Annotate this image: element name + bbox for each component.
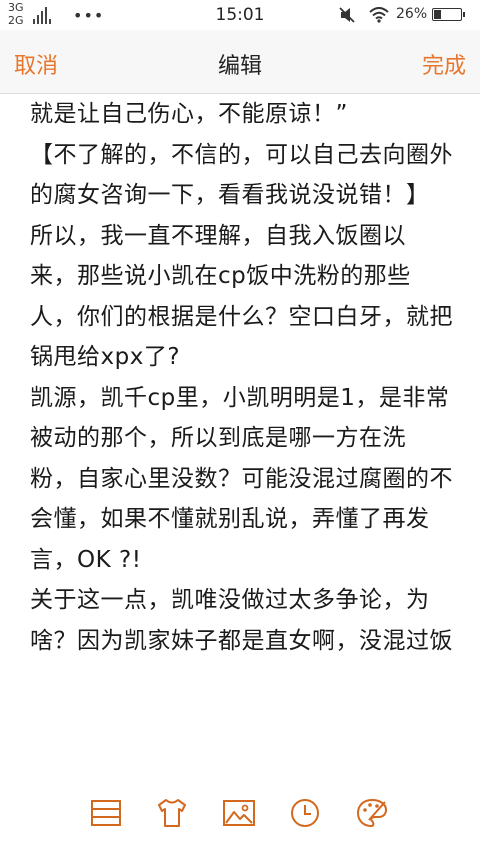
wifi-icon: [369, 7, 389, 23]
clock-icon: [291, 799, 319, 827]
palette-button[interactable]: [355, 796, 389, 830]
list-format-button[interactable]: [89, 796, 123, 830]
text-line: 啥？因为凯家妹子都是直女啊，没混过饭: [30, 627, 453, 654]
text-line: 所以，我一直不理解，自我入饭圈以: [30, 222, 406, 249]
list-format-icon: [91, 800, 121, 826]
text-line: 被动的那个，所以到底是哪一方在洗: [30, 425, 406, 451]
text-line: 就是让自己伤心，不能原谅！”: [30, 101, 348, 127]
theme-button[interactable]: [155, 796, 189, 830]
battery-icon: [432, 8, 462, 21]
text-line: 【不了解的，不信的，可以自己去向圈外: [30, 141, 453, 168]
bottom-toolbar: [0, 774, 480, 854]
text-line: 关于这一点，凯唯没做过太多争论，为: [30, 587, 430, 613]
status-bar: 3G 2G ••• 15:01 26%: [0, 0, 480, 30]
text-line: 锅甩给xpx了?: [30, 344, 181, 370]
text-line: 凯源，凯千cp里，小凯明明是1，是非常: [30, 384, 450, 411]
palette-icon: [356, 798, 388, 828]
text-line: 人，你们的根据是什么？空口白牙，就把: [30, 303, 453, 330]
cancel-button[interactable]: 取消: [14, 48, 58, 80]
text-line: 粉，自家心里没数？可能没混过腐圈的不: [30, 465, 453, 492]
done-button[interactable]: 完成: [422, 48, 466, 80]
reminder-button[interactable]: [288, 796, 322, 830]
nav-bar: 取消 编辑 完成: [0, 30, 480, 94]
battery-percent: 26%: [396, 6, 428, 22]
insert-image-button[interactable]: [222, 796, 256, 830]
page-title: 编辑: [217, 54, 262, 79]
note-editor[interactable]: 就是让自己伤心，不能原谅！” 【不了解的，不信的，可以自己去向圈外 的腐女咨询一…: [0, 94, 480, 774]
mute-icon: [339, 7, 355, 23]
text-line: 的腐女咨询一下，看看我说没说错！】: [30, 182, 430, 208]
image-icon: [223, 800, 255, 826]
text-line: 会懂，如果不懂就别乱说，弄懂了再发: [30, 506, 430, 532]
battery-level-fill: [434, 10, 441, 19]
battery-tip: [463, 12, 465, 17]
tshirt-theme-icon: [158, 799, 186, 827]
text-line: 来，那些说小凯在cp饭中洗粉的那些: [30, 263, 411, 289]
text-line: 言，OK ?!: [30, 546, 142, 573]
note-text[interactable]: 就是让自己伤心，不能原谅！” 【不了解的，不信的，可以自己去向圈外 的腐女咨询一…: [0, 94, 480, 661]
